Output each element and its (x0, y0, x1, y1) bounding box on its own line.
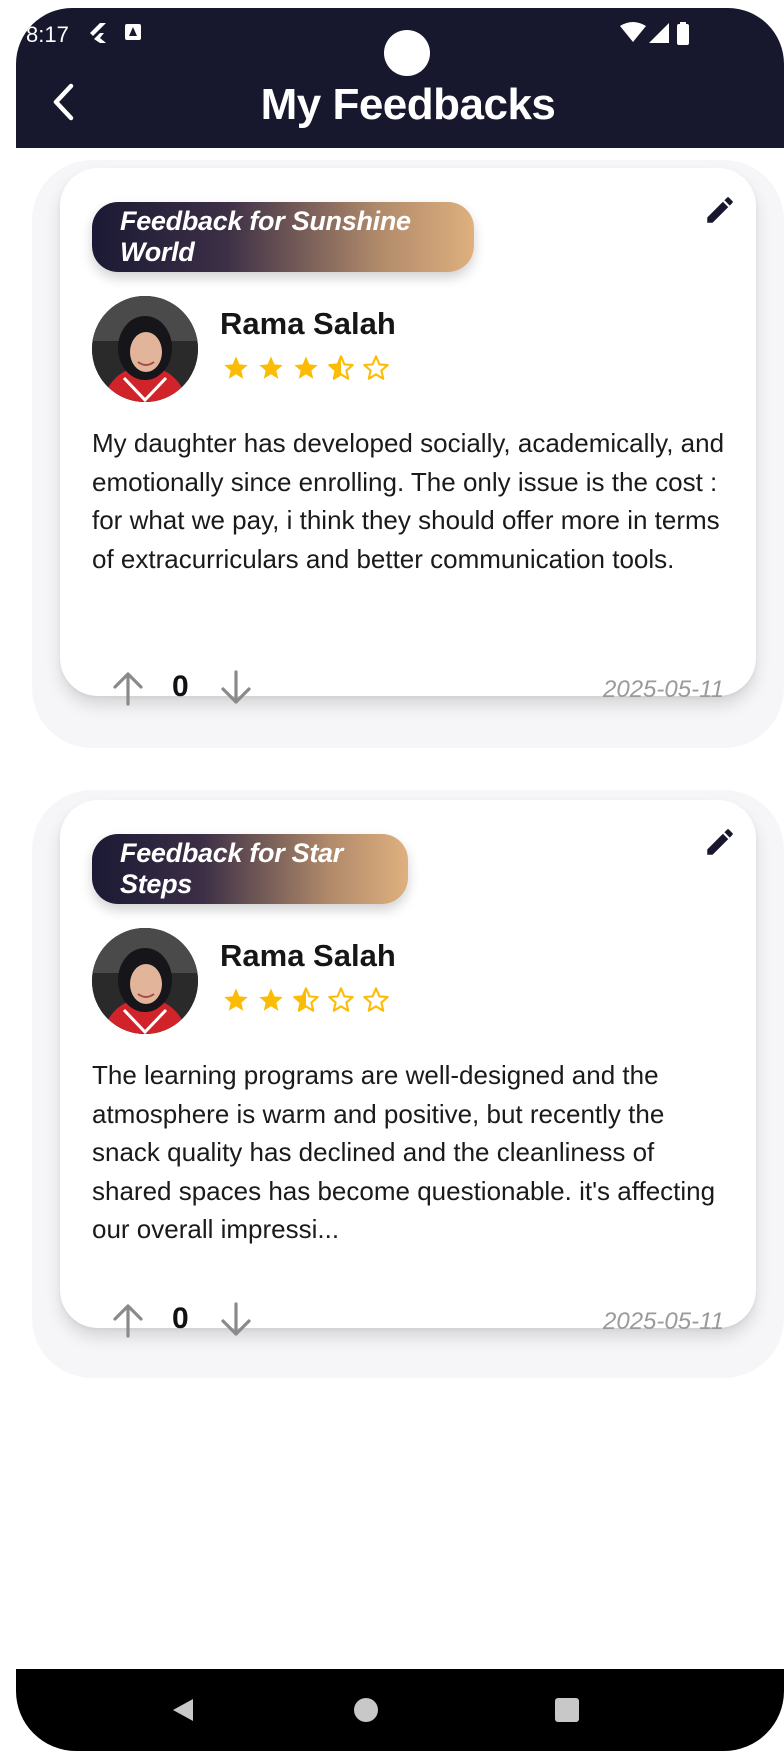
nav-recents-icon (555, 1698, 579, 1722)
star-full-icon (294, 356, 318, 379)
star-empty-icon (363, 987, 389, 1012)
star-empty-icon (328, 987, 354, 1012)
avatar (92, 928, 198, 1034)
battery-icon (676, 22, 690, 52)
notification-app-icon (124, 22, 142, 48)
arrow-up-icon (113, 672, 143, 706)
arrow-down-icon (221, 670, 251, 704)
star-full-icon (224, 988, 248, 1011)
author-name: Rama Salah (220, 938, 396, 973)
star-full-icon (224, 356, 248, 379)
nav-home-icon (354, 1698, 378, 1722)
feedback-tag: Feedback for Sunshine World (92, 202, 474, 272)
edit-feedback-button[interactable] (698, 188, 742, 232)
page-title: My Feedbacks (260, 80, 556, 129)
feedback-card[interactable]: Feedback for Star Steps Rama Salah The l… (60, 800, 756, 1338)
downvote-button[interactable] (216, 668, 256, 708)
star-full-icon (259, 356, 283, 379)
feedback-text: My daughter has developed socially, acad… (92, 428, 725, 574)
nav-recents-button[interactable] (544, 1687, 590, 1733)
phone-screen: 8:17 My Feedbacks Feedback for Sunshine … (16, 8, 784, 1751)
flutter-icon (88, 22, 108, 50)
feedback-date: 2025-05-11 (603, 1308, 724, 1335)
feedback-card[interactable]: Feedback for Sunshine World Rama Salah M… (60, 168, 756, 706)
vote-count: 0 (172, 1302, 189, 1335)
arrow-up-icon (113, 1304, 143, 1338)
vote-count: 0 (172, 670, 189, 703)
back-arrow-icon (53, 83, 74, 121)
app-bar: 8:17 My Feedbacks (16, 8, 784, 148)
edit-pencil-icon (707, 829, 733, 855)
wifi-icon (620, 22, 646, 50)
star-full-icon (259, 988, 283, 1011)
feedback-tag: Feedback for Star Steps (92, 834, 408, 904)
signal-icon (648, 22, 670, 50)
star-empty-icon (363, 355, 389, 380)
rating-stars (222, 986, 390, 1014)
status-time: 8:17 (26, 22, 69, 47)
feedback-text: The learning programs are well-designed … (92, 1060, 716, 1244)
upvote-button[interactable] (108, 668, 148, 708)
author-name: Rama Salah (220, 306, 396, 341)
avatar (92, 296, 198, 402)
edit-feedback-button[interactable] (698, 820, 742, 864)
nav-back-button[interactable] (160, 1687, 206, 1733)
arrow-down-icon (221, 1302, 251, 1336)
upvote-button[interactable] (108, 1300, 148, 1340)
star-half-icon (328, 355, 354, 380)
feedback-date: 2025-05-11 (603, 676, 724, 703)
nav-home-button[interactable] (343, 1687, 389, 1733)
star-half-icon (293, 987, 319, 1012)
nav-back-icon (173, 1699, 193, 1721)
camera-cutout (384, 30, 430, 76)
edit-pencil-icon (707, 197, 733, 223)
rating-stars (222, 354, 390, 382)
system-nav-bar (16, 1669, 784, 1751)
back-button[interactable] (44, 80, 84, 124)
downvote-button[interactable] (216, 1300, 256, 1340)
